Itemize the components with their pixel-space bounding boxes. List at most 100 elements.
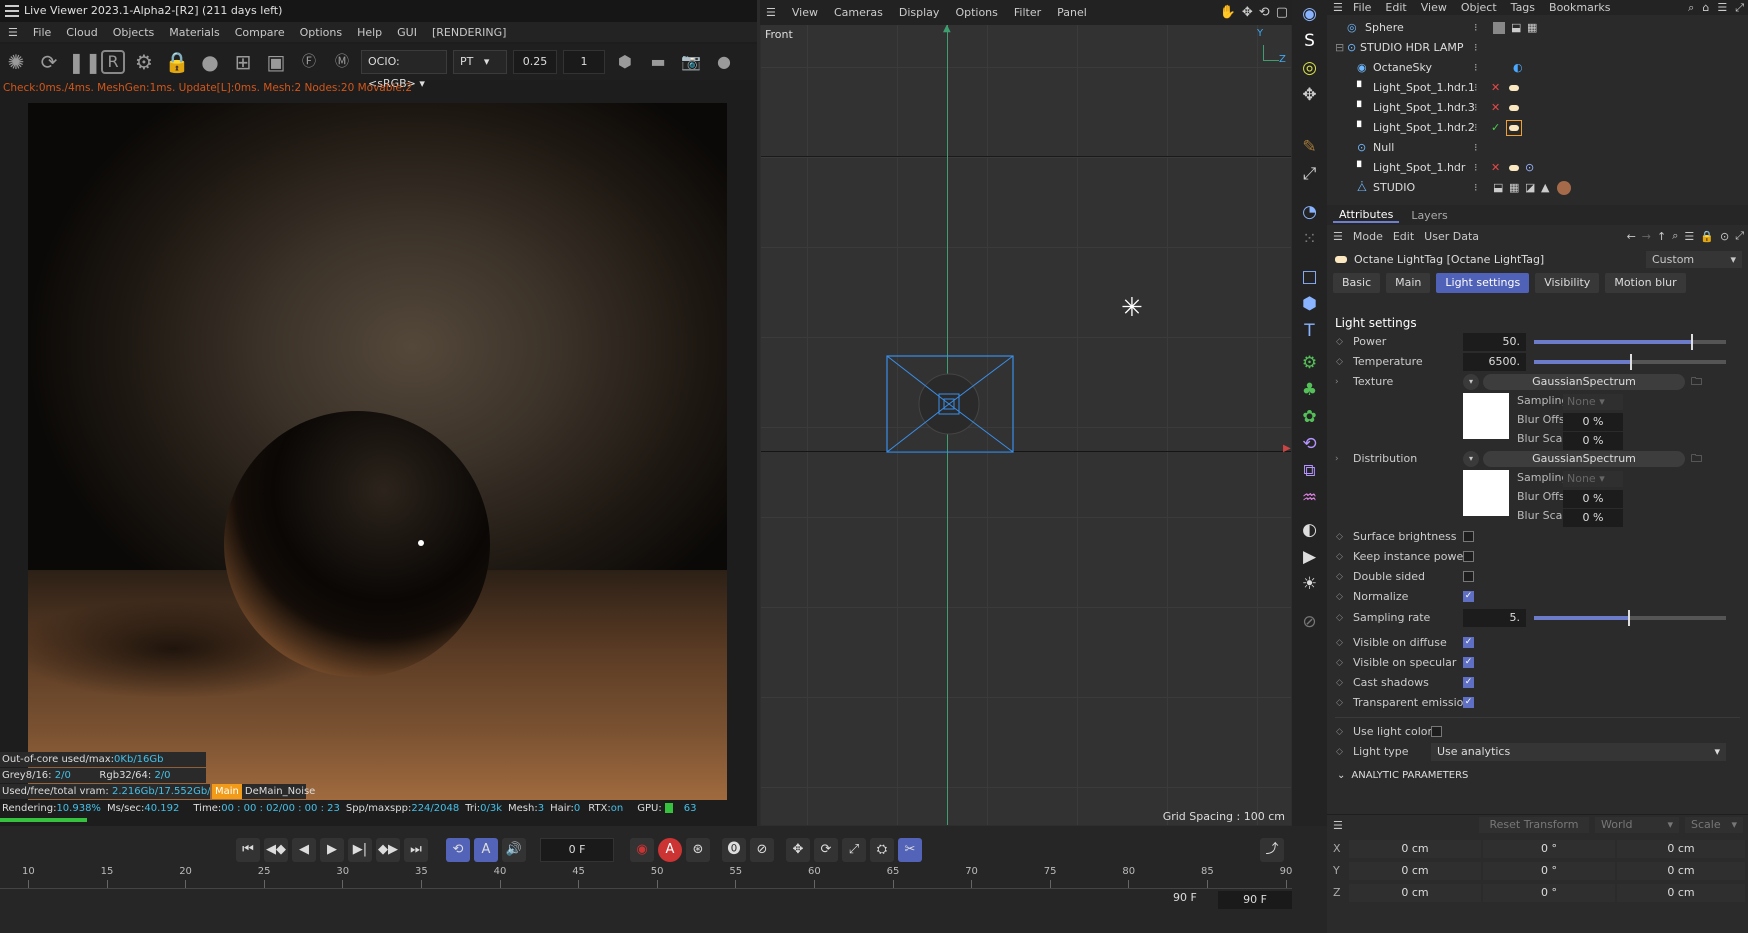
temperature-slider-knob[interactable] xyxy=(1630,354,1632,370)
scale-z-input[interactable]: 0 cm xyxy=(1617,884,1745,902)
menu-file[interactable]: File xyxy=(33,26,51,39)
om-search-icon[interactable]: ⌕ xyxy=(1688,1,1694,15)
restart-icon[interactable]: ⟳ xyxy=(35,48,63,76)
material-sphere-icon[interactable]: ● xyxy=(196,48,224,76)
key-pla-icon[interactable]: ✂ xyxy=(898,838,922,862)
selected-light-object[interactable] xyxy=(886,355,1016,455)
attr-target-icon[interactable]: ⊙ xyxy=(1720,230,1729,243)
move-icon[interactable]: ✥ xyxy=(1296,82,1324,108)
temperature-slider[interactable] xyxy=(1534,354,1726,370)
texture-dropdown-icon[interactable]: ▾ xyxy=(1463,374,1479,390)
rotation-z-input[interactable]: 0 ° xyxy=(1483,884,1615,902)
keyframe-diamond-icon[interactable]: ◇ xyxy=(1336,352,1343,372)
brush-icon[interactable]: ✎ xyxy=(1296,134,1324,160)
film-icon[interactable]: ▬ xyxy=(644,48,672,76)
shader-tag-icon[interactable]: ◪ xyxy=(1525,178,1535,198)
cube-icon[interactable]: ⬢ xyxy=(1296,291,1324,317)
scale-y-input[interactable]: 0 cm xyxy=(1617,862,1745,880)
vp-menu-display[interactable]: Display xyxy=(899,6,940,19)
hamburger-icon[interactable] xyxy=(5,5,19,17)
render-image[interactable] xyxy=(28,103,727,800)
redshift-green-icon[interactable]: ◎ xyxy=(1296,55,1324,81)
power-input[interactable]: 50. xyxy=(1463,333,1526,351)
attr-search-icon[interactable]: ⌕ xyxy=(1672,229,1678,243)
visibility-dots-icon[interactable]: ⁝ xyxy=(1474,158,1478,178)
vp-menu-view[interactable]: View xyxy=(792,6,818,19)
object-row[interactable]: ▘ Light_Spot_1.hdr.1 ⁝ ✕ xyxy=(1327,78,1748,98)
double-sided-checkbox[interactable] xyxy=(1463,571,1474,582)
subtab-main[interactable]: Main xyxy=(1386,273,1431,293)
object-row[interactable]: ▘ Light_Spot_1.hdr.2 ⁝ ✓ xyxy=(1327,118,1748,138)
object-status[interactable]: ✕ xyxy=(1491,98,1500,118)
next-frame-icon[interactable]: ▶| xyxy=(348,838,372,862)
rotation-y-input[interactable]: 0 ° xyxy=(1483,862,1615,880)
menu-gui[interactable]: GUI xyxy=(397,26,417,39)
om-menu-edit[interactable]: Edit xyxy=(1385,1,1406,15)
light-object-icon[interactable]: ☀ xyxy=(1296,571,1324,597)
scale-icon[interactable]: ⤢ xyxy=(1296,161,1324,187)
attr-menu-mode[interactable]: Mode xyxy=(1353,230,1383,243)
visibility-dots-icon[interactable]: ⁝ xyxy=(1474,78,1478,98)
attr-lock-icon[interactable]: 🔒 xyxy=(1700,230,1714,243)
object-status[interactable]: ✕ xyxy=(1491,78,1500,98)
keyframe-diamond-icon[interactable]: ◇ xyxy=(1336,587,1343,607)
attr-hamburger-icon[interactable]: ☰ xyxy=(1333,230,1343,243)
key-param-icon[interactable]: ⛭ xyxy=(870,838,894,862)
sampling-rate-input[interactable]: 5. xyxy=(1463,609,1526,627)
expand-chevron-icon[interactable]: › xyxy=(1335,372,1339,392)
live-select-icon[interactable]: ◔ xyxy=(1296,199,1324,225)
timeline-graph-icon[interactable]: ⤴ xyxy=(1260,838,1284,862)
om-menu-view[interactable]: View xyxy=(1421,1,1447,15)
vp-menu-cameras[interactable]: Cameras xyxy=(834,6,883,19)
settings-gear-icon[interactable]: ⚙ xyxy=(130,48,158,76)
distribution-sampling-select[interactable]: None ▾ xyxy=(1563,471,1623,487)
cast-shadows-checkbox[interactable]: ✓ xyxy=(1463,677,1474,688)
attr-menu-userdata[interactable]: User Data xyxy=(1424,230,1479,243)
keyframe-diamond-icon[interactable]: ◇ xyxy=(1336,673,1343,693)
keyframe-diamond-icon[interactable]: ◇ xyxy=(1336,722,1343,742)
transparent-emission-checkbox[interactable]: ✓ xyxy=(1463,697,1474,708)
object-status[interactable]: ✕ xyxy=(1491,158,1500,178)
uv-tag-icon[interactable]: ⬓ xyxy=(1511,18,1521,38)
menu-help[interactable]: Help xyxy=(357,26,382,39)
surface-brightness-checkbox[interactable] xyxy=(1463,531,1474,542)
environment-tag-icon[interactable]: ◐ xyxy=(1513,58,1523,78)
use-light-color-checkbox[interactable] xyxy=(1431,726,1442,737)
distribution-blur-scale-input[interactable]: 0 % xyxy=(1563,509,1623,527)
menu-rendering[interactable]: [RENDERING] xyxy=(432,26,506,39)
menu-cloud[interactable]: Cloud xyxy=(66,26,97,39)
keyframe-diamond-icon[interactable]: ◇ xyxy=(1336,527,1343,547)
loop-icon[interactable]: ⟲ xyxy=(446,838,470,862)
om-home-icon[interactable]: ⌂ xyxy=(1702,1,1709,15)
vp-menu-panel[interactable]: Panel xyxy=(1057,6,1087,19)
analytic-parameters-header[interactable]: ⌄ ANALYTIC PARAMETERS xyxy=(1337,770,1468,781)
collapse-icon[interactable]: ⊟ xyxy=(1335,38,1344,58)
light-tag-icon[interactable] xyxy=(1509,105,1519,111)
target-tag-icon[interactable]: ⊙ xyxy=(1525,158,1534,178)
current-frame-input[interactable]: 0 F xyxy=(540,838,614,862)
light-tag-icon[interactable] xyxy=(1509,85,1519,91)
temperature-input[interactable]: 6500. xyxy=(1463,353,1526,371)
prev-key-icon[interactable]: ◀◆ xyxy=(264,838,288,862)
visibility-dots-icon[interactable]: ⁝ xyxy=(1474,18,1478,38)
subtab-light-settings[interactable]: Light settings xyxy=(1436,273,1530,293)
ocio-select[interactable]: OCIO:<sRGB> ▾ xyxy=(361,50,447,90)
text-icon[interactable]: T xyxy=(1296,318,1324,344)
hexagon-icon[interactable]: ⬢ xyxy=(611,48,639,76)
exposure-input[interactable]: 0.25 xyxy=(513,50,557,74)
move-view-icon[interactable]: ✥ xyxy=(1242,5,1253,20)
field-icon[interactable]: ♒ xyxy=(1296,485,1324,511)
keyframe-selection-icon[interactable]: ⊛ xyxy=(686,838,710,862)
m-icon[interactable]: Ⓜ xyxy=(328,48,356,76)
go-to-end-icon[interactable]: ⏭ xyxy=(404,838,428,862)
subtab-basic[interactable]: Basic xyxy=(1333,273,1381,293)
folder-icon[interactable]: 🗀 xyxy=(1691,449,1702,469)
up-arrow-icon[interactable]: ↑ xyxy=(1657,230,1666,243)
octane-logo-icon[interactable]: ✺ xyxy=(2,48,30,76)
visibility-dots-icon[interactable]: ⁝ xyxy=(1474,178,1478,198)
deformer-icon[interactable]: ⚙ xyxy=(1296,350,1324,376)
keyframe-diamond-icon[interactable]: ◇ xyxy=(1336,608,1343,628)
keyframe-diamond-icon[interactable]: ◇ xyxy=(1336,693,1343,713)
pan-icon[interactable]: ✋ xyxy=(1220,5,1236,20)
object-row[interactable]: ◎ Sphere ⁝ ⬓ ▦ xyxy=(1327,18,1748,38)
